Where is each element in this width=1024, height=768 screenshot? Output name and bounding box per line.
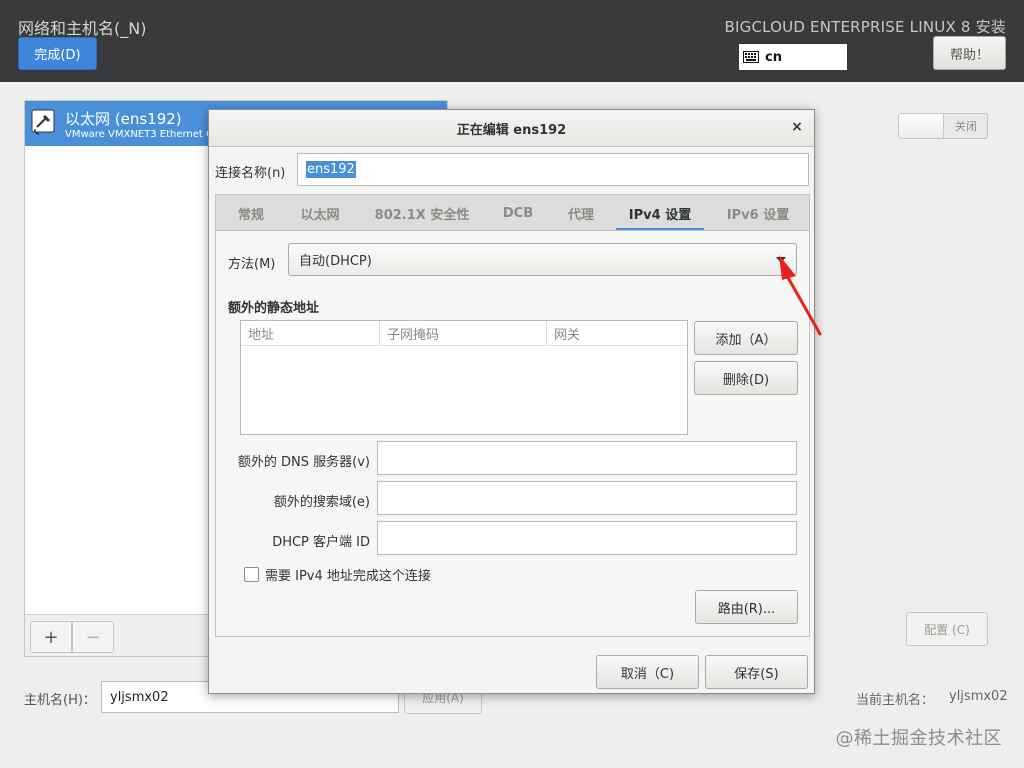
- routes-button[interactable]: 路由(R)...: [695, 590, 798, 624]
- delete-address-button[interactable]: 删除(D): [694, 361, 798, 395]
- ipv4-settings-panel: 方法(M) 自动(DHCP) 额外的静态地址 地址 子网掩码 网关 添加（A） …: [215, 230, 810, 637]
- tab-ipv6-settings[interactable]: IPv6 设置: [714, 195, 802, 231]
- dns-servers-input[interactable]: [377, 441, 797, 475]
- device-toggle-switch[interactable]: 关闭: [898, 113, 988, 139]
- cancel-button[interactable]: 取消（C): [596, 655, 699, 689]
- help-button[interactable]: 帮助！: [933, 36, 1006, 70]
- method-dropdown[interactable]: 自动(DHCP): [288, 243, 797, 276]
- add-device-button[interactable]: +: [30, 621, 72, 653]
- column-header-address[interactable]: 地址: [241, 321, 380, 346]
- search-domains-label: 额外的搜索域(e): [273, 495, 370, 510]
- keyboard-icon: [743, 51, 759, 63]
- save-button[interactable]: 保存(S): [705, 655, 808, 689]
- connection-name-input[interactable]: ens192: [297, 153, 809, 186]
- dns-servers-label: 额外的 DNS 服务器(v): [237, 455, 370, 470]
- connection-name-value: ens192: [306, 161, 356, 178]
- static-addresses-title: 额外的静态地址: [228, 301, 320, 316]
- tab-ipv4-settings[interactable]: IPv4 设置: [616, 195, 704, 231]
- top-header: 网络和主机名(_N) 完成(D) BIGCLOUD ENTERPRISE LIN…: [0, 0, 1024, 82]
- tab-proxy[interactable]: 代理: [556, 195, 606, 231]
- keyboard-layout-indicator[interactable]: cn: [739, 44, 847, 70]
- configure-button[interactable]: 配置 (C): [906, 612, 988, 646]
- dhcp-client-id-input[interactable]: [377, 521, 797, 555]
- static-address-table[interactable]: 地址 子网掩码 网关: [240, 320, 688, 435]
- current-hostname-value: yljsmx02: [949, 689, 1008, 704]
- tab-8021x-security[interactable]: 802.1X 安全性: [364, 195, 480, 231]
- dhcp-client-id-label: DHCP 客户端 ID: [272, 535, 370, 550]
- tab-ethernet[interactable]: 以太网: [288, 195, 352, 231]
- edit-connection-dialog: 正在编辑 ens192 × 连接名称(n) ens192 常规 以太网 802.…: [208, 109, 815, 694]
- page-title: 网络和主机名(_N): [18, 19, 147, 38]
- ethernet-icon: [31, 109, 55, 135]
- annotation-arrow-icon: [779, 255, 822, 336]
- close-icon[interactable]: ×: [787, 117, 807, 137]
- toggle-label: 关闭: [955, 120, 977, 133]
- tab-general[interactable]: 常规: [224, 195, 278, 231]
- dialog-title: 正在编辑 ens192: [456, 123, 567, 138]
- toggle-knob: [899, 114, 944, 138]
- watermark: @稀土掘金技术社区: [835, 728, 1002, 749]
- search-domains-input[interactable]: [377, 481, 797, 515]
- tab-dcb[interactable]: DCB: [490, 195, 546, 231]
- require-ipv4-checkbox[interactable]: [244, 567, 259, 582]
- settings-tabs: 常规 以太网 802.1X 安全性 DCB 代理 IPv4 设置 IPv6 设置: [215, 194, 810, 231]
- network-device-name: 以太网 (ens192): [65, 110, 182, 128]
- hostname-label: 主机名(H)：: [24, 693, 96, 708]
- column-header-netmask[interactable]: 子网掩码: [380, 321, 547, 346]
- product-title: BIGCLOUD ENTERPRISE LINUX 8 安装: [724, 18, 1006, 36]
- current-hostname-label: 当前主机名：: [856, 693, 935, 708]
- require-ipv4-label: 需要 IPv4 地址完成这个连接: [265, 569, 431, 584]
- connection-name-label: 连接名称(n): [215, 166, 286, 181]
- dialog-titlebar[interactable]: 正在编辑 ens192 ×: [209, 110, 814, 147]
- column-header-gateway[interactable]: 网关: [547, 321, 687, 346]
- method-label: 方法(M): [228, 257, 276, 272]
- keyboard-layout-label: cn: [765, 49, 782, 65]
- done-button[interactable]: 完成(D): [18, 37, 97, 70]
- require-ipv4-row[interactable]: 需要 IPv4 地址完成这个连接: [244, 565, 431, 584]
- network-device-description: VMware VMXNET3 Ethernet C: [65, 129, 214, 140]
- method-value: 自动(DHCP): [299, 254, 372, 269]
- remove-device-button[interactable]: −: [72, 621, 114, 653]
